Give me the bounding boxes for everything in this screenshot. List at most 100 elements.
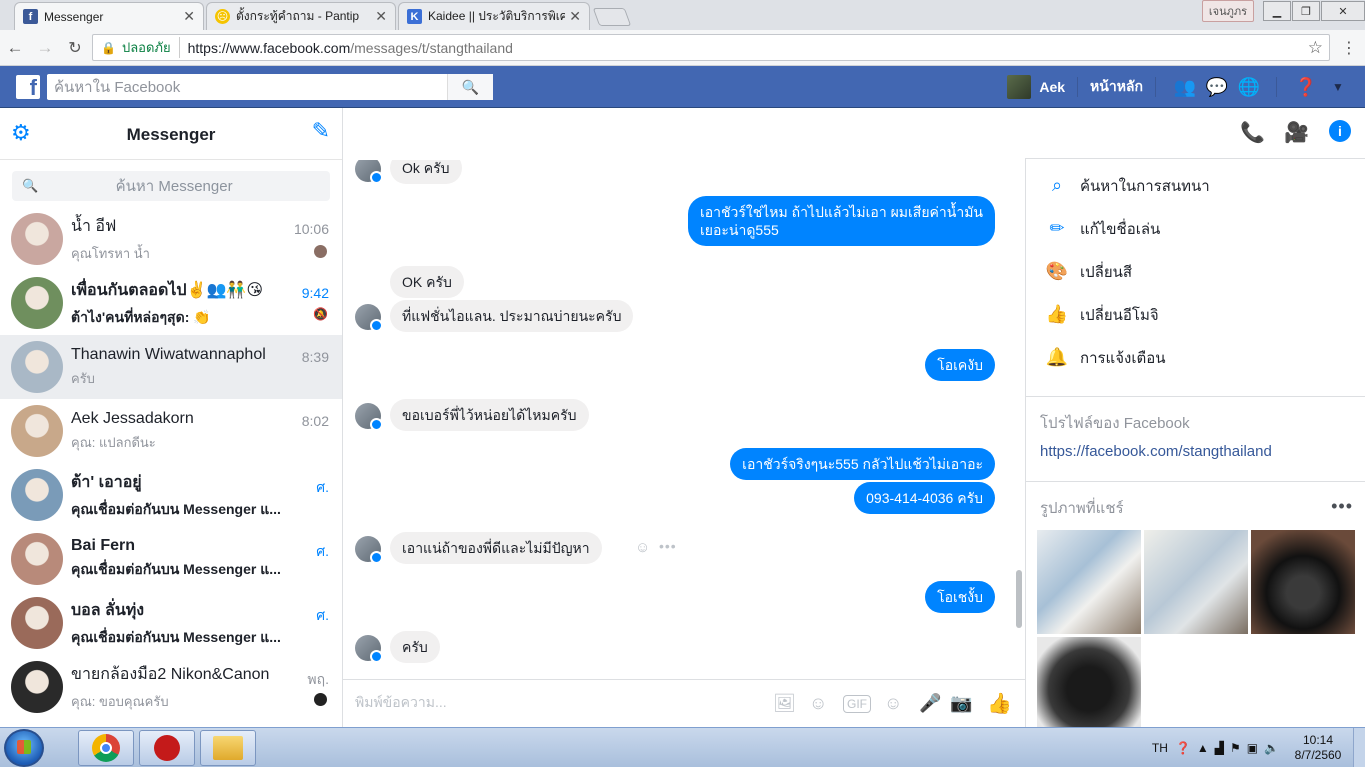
react-emoji-icon[interactable]: ☺ — [635, 539, 650, 556]
volume-icon[interactable]: 🔈 — [1264, 741, 1279, 755]
profile-link[interactable]: https://facebook.com/stangthailand — [1026, 437, 1365, 481]
tray-arrow-icon[interactable]: ▲ — [1197, 741, 1209, 755]
tab-kaidee[interactable]: K Kaidee || ประวัติบริการพิเศษ ✕ — [398, 2, 590, 30]
conversation-option[interactable]: 🎨 เปลี่ยนสี — [1026, 250, 1365, 293]
tab-messenger[interactable]: f Messenger ✕ — [14, 2, 204, 30]
emoji-icon[interactable]: ☺ — [884, 693, 902, 714]
conversation-list: น้ำ อีฟ คุณโทรหา น้ำ 10:06 เพื่อนกันตลอดไป✌… — [0, 207, 342, 719]
shared-photo[interactable] — [1144, 530, 1248, 634]
close-tab-icon[interactable]: ✕ — [375, 8, 387, 25]
message-actions-icon[interactable]: ••• — [659, 538, 677, 554]
thumbs-up-icon[interactable]: 👍 — [987, 691, 1012, 716]
outgoing-message-bubble[interactable]: 093-414-4036 ครับ — [854, 482, 995, 514]
conversation-preview: ต้าไง'คนที่หล่อๆสุด: 👏 — [71, 308, 211, 325]
friend-requests-icon[interactable]: 👥 — [1170, 77, 1200, 98]
help-icon[interactable]: ❓ — [1176, 741, 1191, 755]
help-icon[interactable]: ❓ — [1291, 77, 1321, 98]
new-tab-button[interactable] — [592, 8, 632, 26]
restore-button[interactable]: ❐ — [1292, 1, 1320, 21]
conversation-option[interactable]: ⌕ ค้นหาในการสนทนา — [1026, 164, 1365, 207]
conversation-item[interactable]: ขายกล้องมือ2 Nikon&Canon คุณ: ขอบคุณครับ พ… — [0, 655, 342, 719]
app-taskbar-button[interactable] — [139, 730, 195, 766]
device-icon[interactable]: ▣ — [1247, 741, 1258, 755]
conversation-item[interactable]: เพื่อนกันตลอดไป✌️👥👬😘 ต้าไง'คนที่หล่อๆสุด:… — [0, 271, 342, 335]
avatar[interactable] — [355, 304, 383, 332]
conversation-option[interactable]: ✏ แก้ไขชื่อเล่น — [1026, 207, 1365, 250]
conversation-item[interactable]: Bai Fern คุณเชื่อมต่อกันบน Messenger แ...… — [0, 527, 342, 591]
avatar[interactable] — [1007, 75, 1032, 99]
incoming-message-bubble[interactable]: ขอเบอร์พี่ไว้หน่อยได้ไหมครับ — [390, 399, 589, 431]
conversation-option[interactable]: 🔔 การแจ้งเตือน — [1026, 336, 1365, 379]
tab-pantip[interactable]: ☹ ตั้งกระทู้คำถาม - Pantip ✕ — [206, 2, 396, 30]
browser-menu-icon[interactable]: ⋮ — [1341, 38, 1357, 58]
search-button[interactable]: 🔍 — [447, 74, 493, 100]
incoming-message-bubble[interactable]: Ok ครับ — [390, 160, 462, 184]
start-button[interactable] — [4, 729, 44, 767]
avatar[interactable] — [355, 536, 383, 564]
option-label: การแจ้งเตือน — [1080, 349, 1166, 367]
clock[interactable]: 10:14 8/7/2560 — [1283, 733, 1353, 763]
phone-icon[interactable]: 📞 — [1240, 120, 1265, 145]
incoming-message-bubble[interactable]: OK ครับ — [390, 266, 464, 298]
messenger-search-input[interactable] — [38, 177, 330, 195]
shared-photo[interactable] — [1037, 637, 1141, 727]
chrome-taskbar-button[interactable] — [78, 730, 134, 766]
language-indicator[interactable]: TH — [1152, 741, 1168, 755]
close-tab-icon[interactable]: ✕ — [569, 8, 581, 25]
chevron-down-icon[interactable]: ▼ — [1323, 80, 1353, 94]
show-desktop-button[interactable] — [1353, 728, 1365, 767]
conversation-time: 9:42 — [301, 285, 329, 301]
close-window-button[interactable]: ✕ — [1321, 1, 1365, 21]
home-link[interactable]: หน้าหลัก — [1090, 76, 1143, 98]
bookmark-star-icon[interactable]: ☆ — [1308, 38, 1323, 58]
reload-icon[interactable]: ↻ — [60, 38, 90, 58]
camera-icon[interactable]: 📷 — [950, 693, 972, 714]
scrollbar[interactable] — [1016, 570, 1022, 628]
avatar[interactable] — [355, 160, 383, 184]
conversation-name: Thanawin Wiwatwannaphol — [71, 345, 266, 363]
forward-arrow-icon[interactable]: → — [30, 38, 60, 58]
video-camera-icon[interactable]: 🎥 — [1284, 120, 1309, 145]
incoming-message-bubble[interactable]: ที่แฟชั่นไอแลน. ประมาณบ่ายนะครับ — [390, 300, 634, 332]
conversation-preview: คุณ: แปลกดีนะ — [71, 434, 156, 450]
microphone-icon[interactable]: 🎤 — [919, 693, 941, 714]
messenger-icon[interactable]: 💬 — [1202, 77, 1232, 98]
address-bar[interactable]: 🔒 ปลอดภัย https://www.facebook.com/messa… — [92, 34, 1330, 61]
outgoing-message-bubble[interactable]: โอเชงั้บ — [925, 581, 995, 613]
shared-photo[interactable] — [1037, 530, 1141, 634]
incoming-message-bubble[interactable]: เอาแน่ถ้าของพี่ดีและไม่มีปัญหา — [390, 532, 602, 564]
profile-name-link[interactable]: Aek — [1039, 79, 1065, 95]
explorer-taskbar-button[interactable] — [200, 730, 256, 766]
gif-icon[interactable]: GIF — [843, 695, 871, 713]
facebook-logo[interactable]: f — [16, 75, 40, 99]
profile-badge[interactable]: เจนภูภร — [1201, 0, 1254, 22]
shared-photo[interactable] — [1251, 530, 1355, 634]
conversation-item[interactable]: Thanawin Wiwatwannaphol ครับ 8:39 — [0, 335, 342, 399]
conversation-option[interactable]: 👍 เปลี่ยนอีโมจิ — [1026, 293, 1365, 336]
minimize-button[interactable]: ▁ — [1263, 1, 1291, 21]
close-tab-icon[interactable]: ✕ — [183, 8, 195, 25]
more-options-icon[interactable]: ••• — [1331, 496, 1353, 517]
avatar[interactable] — [355, 635, 383, 663]
network-icon[interactable]: ▟ — [1215, 741, 1224, 755]
globe-notifications-icon[interactable]: 🌐 — [1234, 77, 1264, 98]
incoming-message-bubble[interactable]: ครับ — [390, 631, 440, 663]
outgoing-message-bubble[interactable]: เอาชัวร์จริงๆนะ555 กลัวไปแช้วไม่เอาอะ — [730, 448, 995, 480]
conversation-item[interactable]: ต้า' เอาอยู่ คุณเชื่อมต่อกันบน Messenger … — [0, 463, 342, 527]
conversation-name: เพื่อนกันตลอดไป✌️👥👬😘 — [71, 281, 264, 299]
conversation-item[interactable]: น้ำ อีฟ คุณโทรหา น้ำ 10:06 — [0, 207, 342, 271]
outgoing-message-bubble[interactable]: โอเคงับ — [925, 349, 995, 381]
avatar[interactable] — [355, 403, 383, 431]
message-input[interactable] — [355, 694, 735, 710]
message-text: โอเคงับ — [937, 357, 983, 373]
image-icon[interactable]: 🖼 — [773, 693, 796, 714]
outgoing-message-bubble[interactable]: เอาชัวร์ใช่ไหม ถ้าไปแล้วไม่เอา ผมเสียค่า… — [687, 196, 995, 246]
conversation-name: ต้า' เอาอยู่ — [71, 473, 142, 491]
facebook-search-input[interactable] — [47, 75, 447, 99]
info-icon[interactable]: i — [1329, 120, 1351, 142]
conversation-item[interactable]: Aek Jessadakorn คุณ: แปลกดีนะ 8:02 — [0, 399, 342, 463]
flag-icon[interactable]: ⚑ — [1230, 741, 1241, 755]
conversation-item[interactable]: บอล ลั่นทุ่ง คุณเชื่อมต่อกันบน Messenger … — [0, 591, 342, 655]
back-arrow-icon[interactable]: ← — [0, 38, 30, 58]
sticker-icon[interactable]: ☺ — [809, 693, 827, 714]
